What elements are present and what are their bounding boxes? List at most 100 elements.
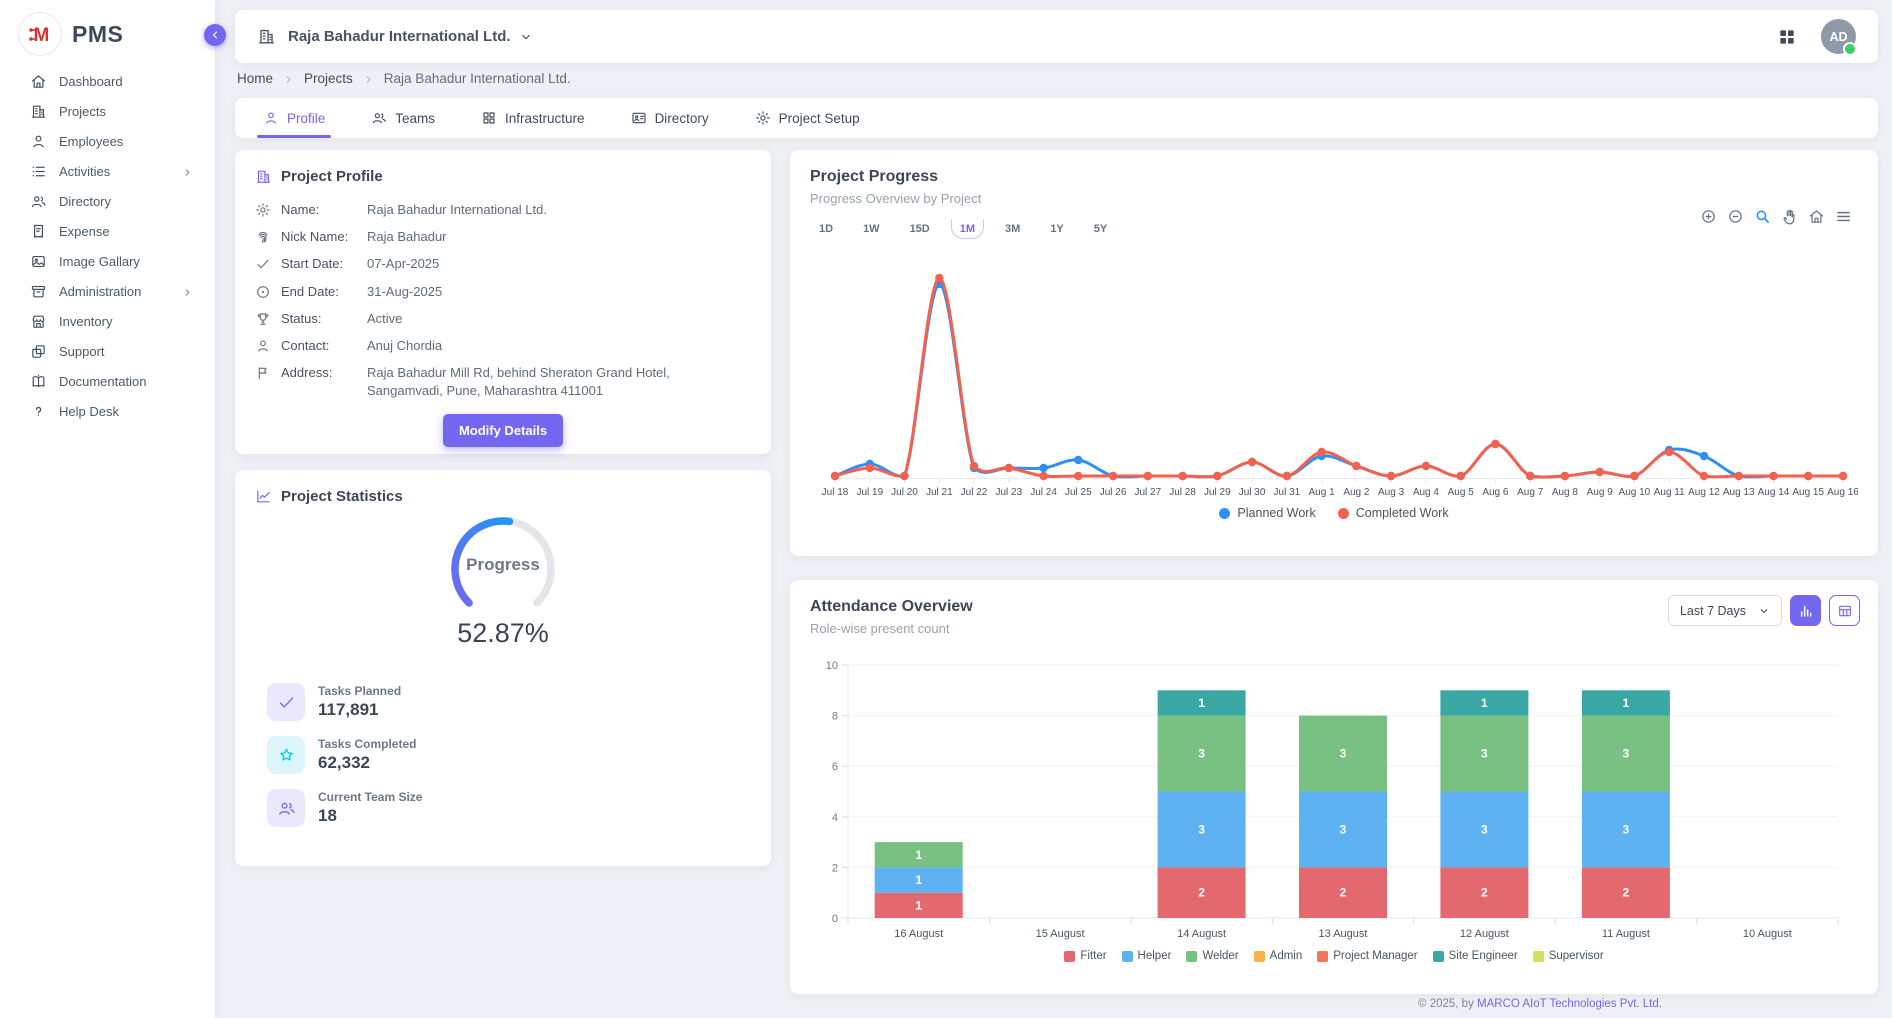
- field-label: Name:: [281, 201, 357, 217]
- breadcrumb-item-home[interactable]: Home: [237, 71, 273, 86]
- legend-item-helper[interactable]: Helper: [1122, 950, 1172, 962]
- period-select-value: Last 7 Days: [1680, 604, 1746, 618]
- svg-text:10 August: 10 August: [1743, 928, 1792, 940]
- zoom-in-icon[interactable]: [1700, 208, 1717, 225]
- tab-directory[interactable]: Directory: [631, 98, 709, 138]
- tab-infrastructure[interactable]: Infrastructure: [481, 98, 585, 138]
- stat-label: Current Team Size: [318, 790, 422, 804]
- field-value: 31-Aug-2025: [367, 283, 442, 301]
- tab-project-setup[interactable]: Project Setup: [755, 98, 860, 138]
- field-value: Raja Bahadur International Ltd.: [367, 201, 547, 219]
- receipt-icon: [30, 223, 47, 240]
- pan-icon[interactable]: [1781, 208, 1798, 225]
- menu-icon[interactable]: [1835, 208, 1852, 225]
- breadcrumb-item-raja-bahadur-international-ltd: Raja Bahadur International Ltd.: [384, 71, 571, 86]
- legend-swatch: [1533, 951, 1544, 962]
- bar-chart-legend: Fitter Helper Welder Admin Project Manager Si…: [790, 950, 1878, 962]
- line-chart-legend: Planned Work Completed Work: [790, 506, 1878, 520]
- sidebar-item-support[interactable]: Support: [0, 336, 215, 366]
- svg-text:Aug 8: Aug 8: [1552, 487, 1579, 498]
- attendance-bar-chart: 024681011116 August15 August233114 Augus…: [790, 642, 1878, 952]
- profile-fields: Name: Raja Bahadur International Ltd. Nick…: [255, 201, 751, 401]
- statistics-card-title: Project Statistics: [281, 488, 403, 505]
- legend-item-admin[interactable]: Admin: [1254, 950, 1303, 962]
- breadcrumb-item-projects[interactable]: Projects: [304, 71, 353, 86]
- legend-label: Helper: [1138, 950, 1172, 962]
- svg-text:Jul 31: Jul 31: [1274, 487, 1301, 498]
- svg-text:3: 3: [1198, 747, 1205, 761]
- period-select[interactable]: Last 7 Days: [1668, 595, 1782, 626]
- svg-text:6: 6: [832, 761, 838, 773]
- target-icon: [255, 284, 271, 300]
- breadcrumb: Home Projects Raja Bahadur International L…: [237, 71, 571, 86]
- avatar[interactable]: AD: [1821, 19, 1856, 54]
- chevron-down-icon[interactable]: [519, 30, 533, 44]
- legend-item-planned-work[interactable]: Planned Work: [1219, 506, 1315, 520]
- range-3m[interactable]: 3M: [996, 219, 1029, 239]
- legend-item-fitter[interactable]: Fitter: [1064, 950, 1106, 962]
- svg-text:M: M: [34, 25, 50, 46]
- avatar-initials: AD: [1829, 30, 1847, 44]
- svg-text:Jul 28: Jul 28: [1169, 487, 1196, 498]
- legend-swatch: [1122, 951, 1133, 962]
- legend-label: Completed Work: [1356, 506, 1449, 520]
- book-icon: [30, 373, 47, 390]
- range-1d[interactable]: 1D: [810, 219, 842, 239]
- sidebar-collapse-button[interactable]: [204, 24, 226, 46]
- legend-item-supervisor[interactable]: Supervisor: [1533, 950, 1604, 962]
- statistics-card-header: Project Statistics: [255, 488, 751, 505]
- sidebar-item-projects[interactable]: Projects: [0, 96, 215, 126]
- range-1w[interactable]: 1W: [854, 219, 889, 239]
- svg-text:Aug 6: Aug 6: [1482, 487, 1509, 498]
- table-view-button[interactable]: [1829, 595, 1860, 626]
- image-icon: [30, 253, 47, 270]
- legend-item-welder[interactable]: Welder: [1186, 950, 1238, 962]
- sidebar-item-administration[interactable]: Administration: [0, 276, 215, 306]
- legend-label: Site Engineer: [1449, 950, 1518, 962]
- svg-text:Aug 12: Aug 12: [1688, 487, 1720, 498]
- users-icon: [371, 110, 387, 126]
- apps-icon[interactable]: [1777, 27, 1797, 47]
- tab-teams[interactable]: Teams: [371, 98, 435, 138]
- tab-profile[interactable]: Profile: [263, 98, 325, 138]
- chart-view-button[interactable]: [1790, 595, 1821, 626]
- selection-zoom-icon[interactable]: [1754, 208, 1771, 225]
- user-icon: [263, 110, 279, 126]
- sidebar-item-image-gallary[interactable]: Image Gallary: [0, 246, 215, 276]
- profile-field-nick-name: Nick Name:Raja Bahadur: [255, 228, 751, 246]
- range-15d[interactable]: 15D: [901, 219, 939, 239]
- legend-label: Planned Work: [1237, 506, 1315, 520]
- sidebar-item-dashboard[interactable]: Dashboard: [0, 66, 215, 96]
- chevron-left-icon: [209, 29, 221, 41]
- range-1m[interactable]: 1M: [951, 219, 984, 239]
- sidebar-item-help-desk[interactable]: Help Desk: [0, 396, 215, 426]
- copy-icon: [30, 343, 47, 360]
- home-icon[interactable]: [1808, 208, 1825, 225]
- range-1y[interactable]: 1Y: [1041, 219, 1072, 239]
- range-5y[interactable]: 5Y: [1085, 219, 1116, 239]
- field-value: Raja Bahadur Mill Rd, behind Sheraton Gr…: [367, 364, 707, 400]
- zoom-out-icon[interactable]: [1727, 208, 1744, 225]
- sidebar-item-activities[interactable]: Activities: [0, 156, 215, 186]
- svg-text:Aug 10: Aug 10: [1619, 487, 1651, 498]
- legend-item-project-manager[interactable]: Project Manager: [1317, 950, 1417, 962]
- archive-icon: [30, 283, 47, 300]
- legend-item-completed-work[interactable]: Completed Work: [1338, 506, 1449, 520]
- footer-link[interactable]: MARCO AIoT Technologies Pvt. Ltd.: [1477, 998, 1662, 1010]
- sidebar-item-documentation[interactable]: Documentation: [0, 366, 215, 396]
- modify-details-button[interactable]: Modify Details: [443, 414, 563, 447]
- legend-item-site-engineer[interactable]: Site Engineer: [1433, 950, 1518, 962]
- field-label: End Date:: [281, 283, 357, 299]
- sidebar-item-employees[interactable]: Employees: [0, 126, 215, 156]
- svg-text:Jul 27: Jul 27: [1134, 487, 1161, 498]
- sidebar-item-label: Activities: [59, 164, 110, 179]
- svg-text:13 August: 13 August: [1319, 928, 1368, 940]
- sidebar-item-inventory[interactable]: Inventory: [0, 306, 215, 336]
- user-icon: [30, 133, 47, 150]
- svg-text:Aug 3: Aug 3: [1378, 487, 1405, 498]
- stat-tasks-completed: Tasks Completed62,332: [267, 736, 751, 774]
- sidebar-item-expense[interactable]: Expense: [0, 216, 215, 246]
- svg-text:3: 3: [1623, 747, 1630, 761]
- project-selector[interactable]: Raja Bahadur International Ltd.: [288, 28, 511, 45]
- sidebar-item-directory[interactable]: Directory: [0, 186, 215, 216]
